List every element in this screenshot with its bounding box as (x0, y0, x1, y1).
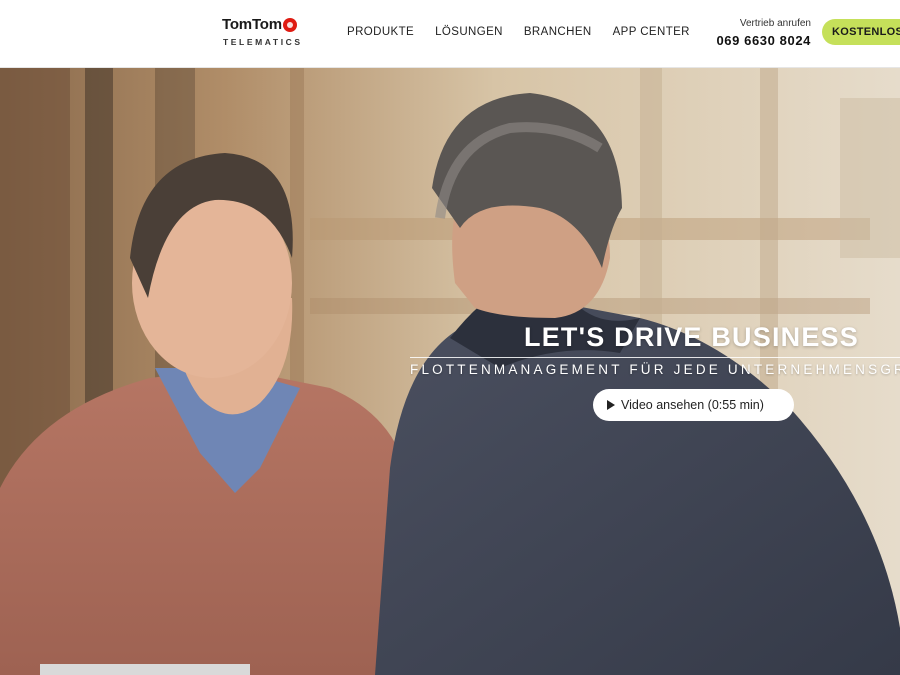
logo-wordmark: TomTom (222, 16, 297, 34)
nav-item-produkte[interactable]: PRODUKTE (347, 26, 414, 38)
tomtom-telematics-logo[interactable]: TomTom TELEMATICS (222, 16, 322, 52)
nav-item-loesungen[interactable]: LÖSUNGEN (435, 26, 503, 38)
logo-subtitle: TELEMATICS (223, 37, 303, 47)
logo-brand-text: TomTom (222, 16, 282, 33)
free-trial-button[interactable]: KOSTENLOS (822, 19, 900, 45)
site-header: TomTom TELEMATICS PRODUKTE LÖSUNGEN BRAN… (0, 0, 900, 68)
sales-contact-label: Vertrieb anrufen (739, 18, 811, 29)
watch-video-label: Video ansehen (0:55 min) (621, 398, 764, 412)
hero-subtitle: FLOTTENMANAGEMENT FÜR JEDE UNTERNEHMENSG… (410, 362, 900, 377)
play-icon (607, 400, 615, 410)
page: TomTom TELEMATICS PRODUKTE LÖSUNGEN BRAN… (0, 0, 900, 675)
hero-divider (410, 357, 900, 358)
nav-item-app-center[interactable]: APP CENTER (613, 26, 690, 38)
tomtom-hands-icon (282, 18, 297, 32)
hero-title: LET'S DRIVE BUSINESS (524, 322, 859, 352)
sales-phone-link[interactable]: 069 6630 8024 (716, 33, 811, 48)
hero-section: LET'S DRIVE BUSINESS FLOTTENMANAGEMENT F… (0, 68, 900, 675)
sales-contact: Vertrieb anrufen 069 6630 8024 (716, 18, 811, 48)
watch-video-button[interactable]: Video ansehen (0:55 min) (593, 389, 794, 421)
nav-item-branchen[interactable]: BRANCHEN (524, 26, 592, 38)
main-nav: PRODUKTE LÖSUNGEN BRANCHEN APP CENTER (347, 26, 690, 38)
